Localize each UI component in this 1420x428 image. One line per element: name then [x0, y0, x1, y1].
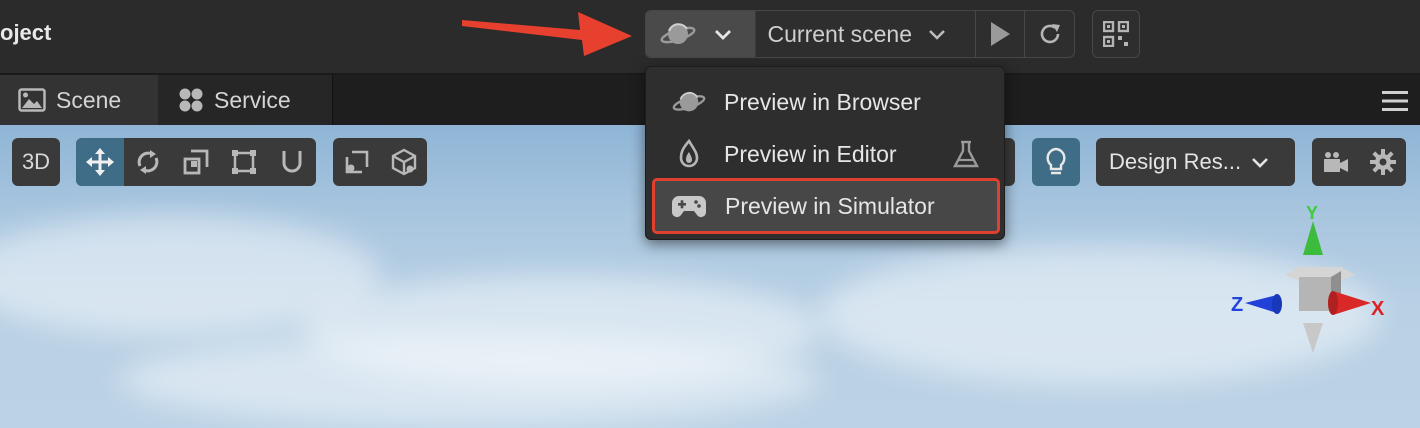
- gizmo-y-label: Y: [1306, 203, 1318, 223]
- qr-code-button[interactable]: [1092, 10, 1140, 58]
- settings-button[interactable]: [1359, 138, 1406, 186]
- project-title: oject: [0, 20, 52, 45]
- menu-item-label: Preview in Editor: [724, 140, 897, 167]
- chevron-down-icon: [715, 30, 731, 40]
- camera-button[interactable]: [1312, 138, 1359, 186]
- global-coords-button[interactable]: [380, 138, 427, 186]
- gamepad-icon: [672, 196, 706, 217]
- preview-mode-button[interactable]: [646, 11, 756, 57]
- planet-icon: [672, 91, 706, 112]
- rotate-tool-button[interactable]: [124, 138, 172, 186]
- title-bar: oject Current scene: [0, 0, 1420, 75]
- play-button[interactable]: [976, 11, 1026, 57]
- rotate-icon: [137, 150, 159, 174]
- rect-tool-button[interactable]: [220, 138, 268, 186]
- gizmo-x-label: X: [1371, 298, 1385, 320]
- move-icon: [86, 148, 114, 176]
- menu-item-label: Preview in Browser: [724, 88, 921, 115]
- orientation-gizmo[interactable]: Y Z X: [1225, 203, 1395, 363]
- camera-icon: [1323, 152, 1348, 172]
- cube-icon: [391, 148, 416, 176]
- rect-icon: [232, 150, 256, 174]
- flame-icon: [679, 139, 699, 168]
- qr-code-icon: [1103, 21, 1129, 47]
- image-icon: [18, 88, 46, 112]
- design-resolution-label: Design Res...: [1109, 149, 1242, 174]
- annotation-arrow: [462, 12, 632, 56]
- snap-tool-button[interactable]: [268, 138, 316, 186]
- lightbulb-icon: [1046, 147, 1066, 175]
- play-icon: [991, 22, 1011, 46]
- coordinate-toolbar: [333, 138, 427, 186]
- lighting-toggle-button[interactable]: [1032, 138, 1080, 186]
- refresh-icon: [1040, 24, 1060, 44]
- local-coords-button[interactable]: [333, 138, 380, 186]
- preview-dropdown-menu: Preview in Browser Preview in Editor Pre…: [645, 66, 1005, 240]
- planet-icon: [660, 23, 696, 44]
- tab-scene[interactable]: Scene: [0, 75, 158, 125]
- clover-icon: [179, 88, 203, 112]
- menu-item-preview-simulator[interactable]: Preview in Simulator: [652, 178, 1000, 234]
- chevron-down-icon: [1252, 158, 1268, 168]
- cloud: [120, 335, 820, 425]
- flask-icon: [953, 140, 979, 168]
- tab-label: Scene: [56, 86, 122, 113]
- transform-toolbar: [76, 138, 316, 186]
- tab-label: Service: [214, 86, 291, 113]
- menu-icon[interactable]: [1382, 90, 1408, 112]
- scale-icon: [183, 149, 209, 175]
- menu-item-label: Preview in Simulator: [725, 192, 935, 219]
- design-resolution-select[interactable]: Design Res...: [1096, 138, 1295, 186]
- move-tool-button[interactable]: [76, 138, 124, 186]
- scale-tool-button[interactable]: [172, 138, 220, 186]
- gizmo-z-label: Z: [1231, 294, 1243, 316]
- scene-select-label: Current scene: [767, 20, 912, 47]
- gear-icon: [1369, 149, 1396, 175]
- menu-item-preview-editor[interactable]: Preview in Editor: [654, 130, 998, 178]
- refresh-button[interactable]: [1025, 11, 1074, 57]
- scene-select[interactable]: Current scene: [756, 11, 977, 57]
- preview-toolbar: Current scene: [645, 10, 1075, 58]
- tab-service[interactable]: Service: [158, 75, 333, 125]
- menu-item-preview-browser[interactable]: Preview in Browser: [654, 78, 998, 126]
- chevron-down-icon: [929, 30, 945, 40]
- pivot-icon: [345, 150, 368, 174]
- 3d-toggle-button[interactable]: 3D: [12, 138, 60, 186]
- camera-toolbar: [1312, 138, 1406, 186]
- magnet-icon: [282, 151, 302, 173]
